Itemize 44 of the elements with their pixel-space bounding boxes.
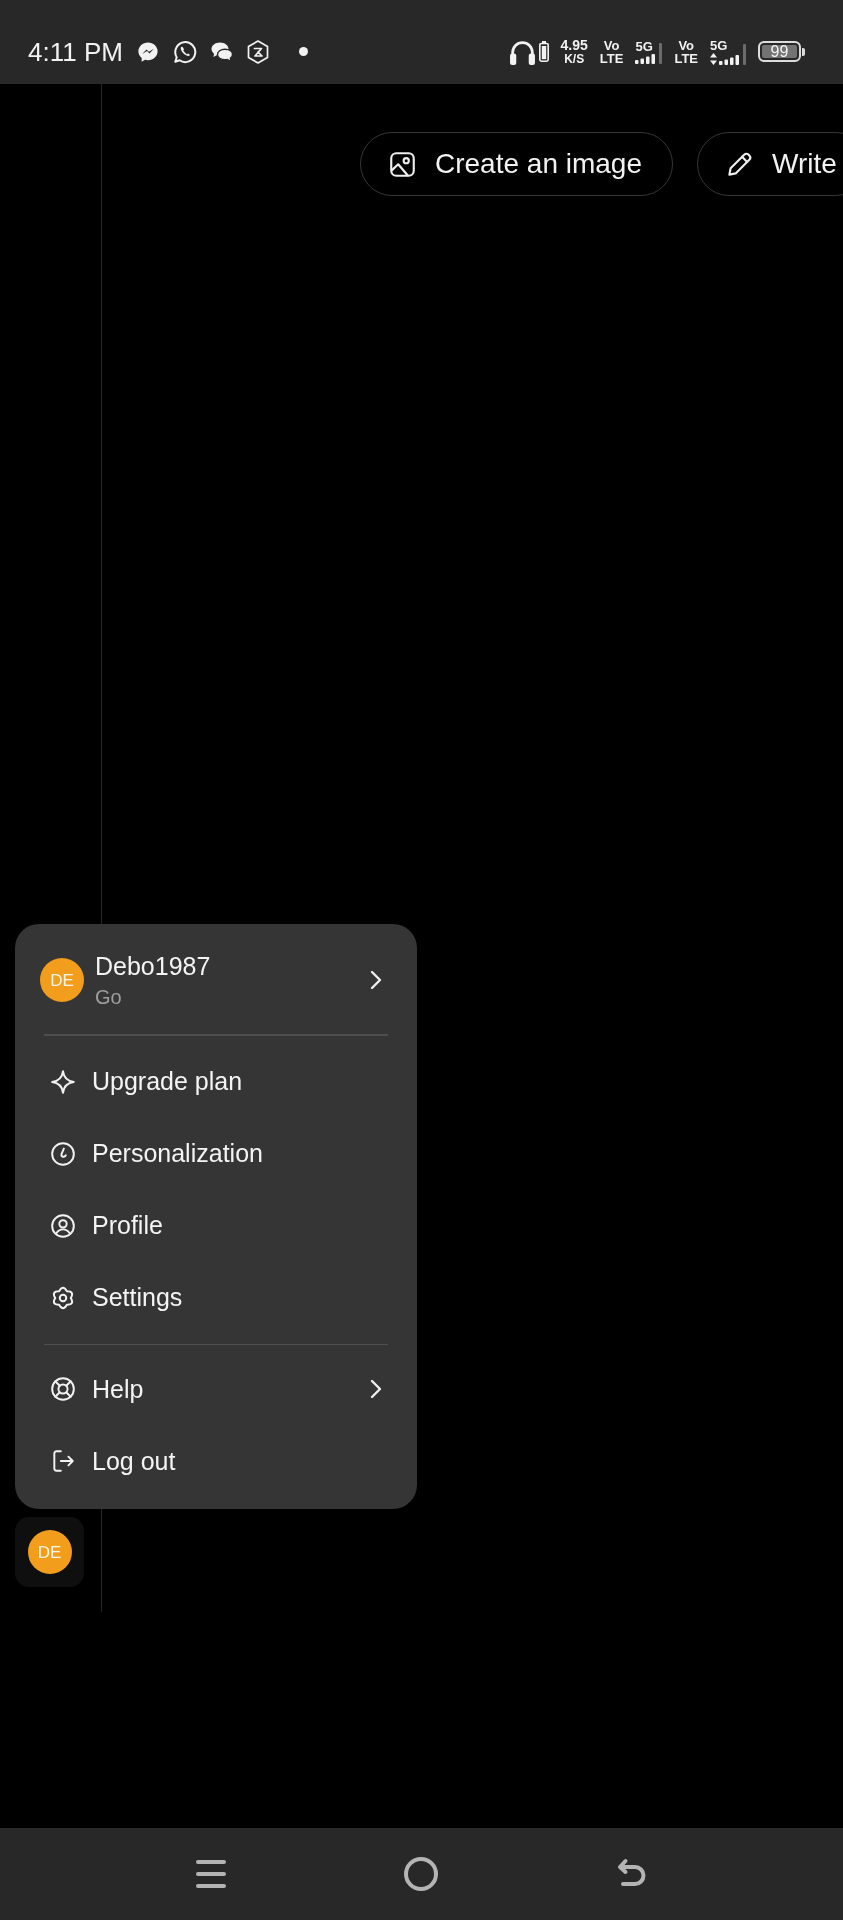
sparkle-icon — [50, 1068, 76, 1095]
image-icon — [389, 150, 416, 178]
chat-bubbles-icon — [210, 41, 233, 62]
volte-label: Vo — [603, 38, 620, 52]
lifebuoy-icon — [50, 1376, 76, 1402]
battery-icon — [538, 41, 549, 62]
lightning-bubble-icon — [136, 40, 159, 63]
suggestion-chip[interactable]: Create an image — [360, 132, 673, 196]
signal-bars-icon — [719, 54, 739, 65]
avatar: DE — [27, 1530, 72, 1574]
menu-icon[interactable] — [196, 1858, 226, 1890]
dot-icon — [298, 47, 308, 56]
network-type: 5G — [635, 39, 653, 53]
avatar: DE — [40, 958, 84, 1002]
menu-item[interactable]: Personalization — [15, 1117, 417, 1190]
headphones-icon — [508, 38, 536, 65]
battery-tip-icon — [802, 47, 805, 56]
phone-bubble-icon — [172, 39, 197, 64]
account-name: Debo1987 — [95, 951, 211, 981]
menu-item[interactable]: Help — [15, 1353, 417, 1425]
gear-icon — [50, 1284, 76, 1311]
volte-label: LTE — [599, 51, 624, 65]
network-speed: 4.95 — [560, 38, 588, 52]
menu-item[interactable]: Settings — [15, 1261, 417, 1334]
account-menu-header[interactable]: DE Debo1987 Go — [15, 936, 417, 1024]
network-type: 5G — [710, 38, 728, 52]
battery-level: 99 — [758, 41, 801, 62]
plan-name: Go — [95, 985, 123, 1009]
suggestion-chip[interactable]: Write — [697, 132, 843, 196]
volte-label: Vo — [678, 38, 695, 52]
signal-bar-empty-icon — [743, 43, 746, 65]
hexagon-icon — [246, 39, 269, 64]
volte-label: LTE — [674, 51, 698, 65]
circle-swirl-icon — [50, 1140, 76, 1167]
home-circle-icon[interactable] — [404, 1857, 438, 1891]
signal-bar-empty-icon — [659, 42, 663, 64]
pencil-icon — [726, 150, 753, 178]
status-time: 4:11 PM — [28, 38, 123, 65]
menu-item[interactable]: Log out — [15, 1425, 417, 1497]
user-circle-icon — [50, 1212, 76, 1239]
menu-item[interactable]: Profile — [15, 1189, 417, 1262]
log-out-icon — [50, 1448, 76, 1474]
network-speed-unit: K/S — [564, 53, 585, 65]
menu-item[interactable]: Upgrade plan — [15, 1045, 417, 1118]
